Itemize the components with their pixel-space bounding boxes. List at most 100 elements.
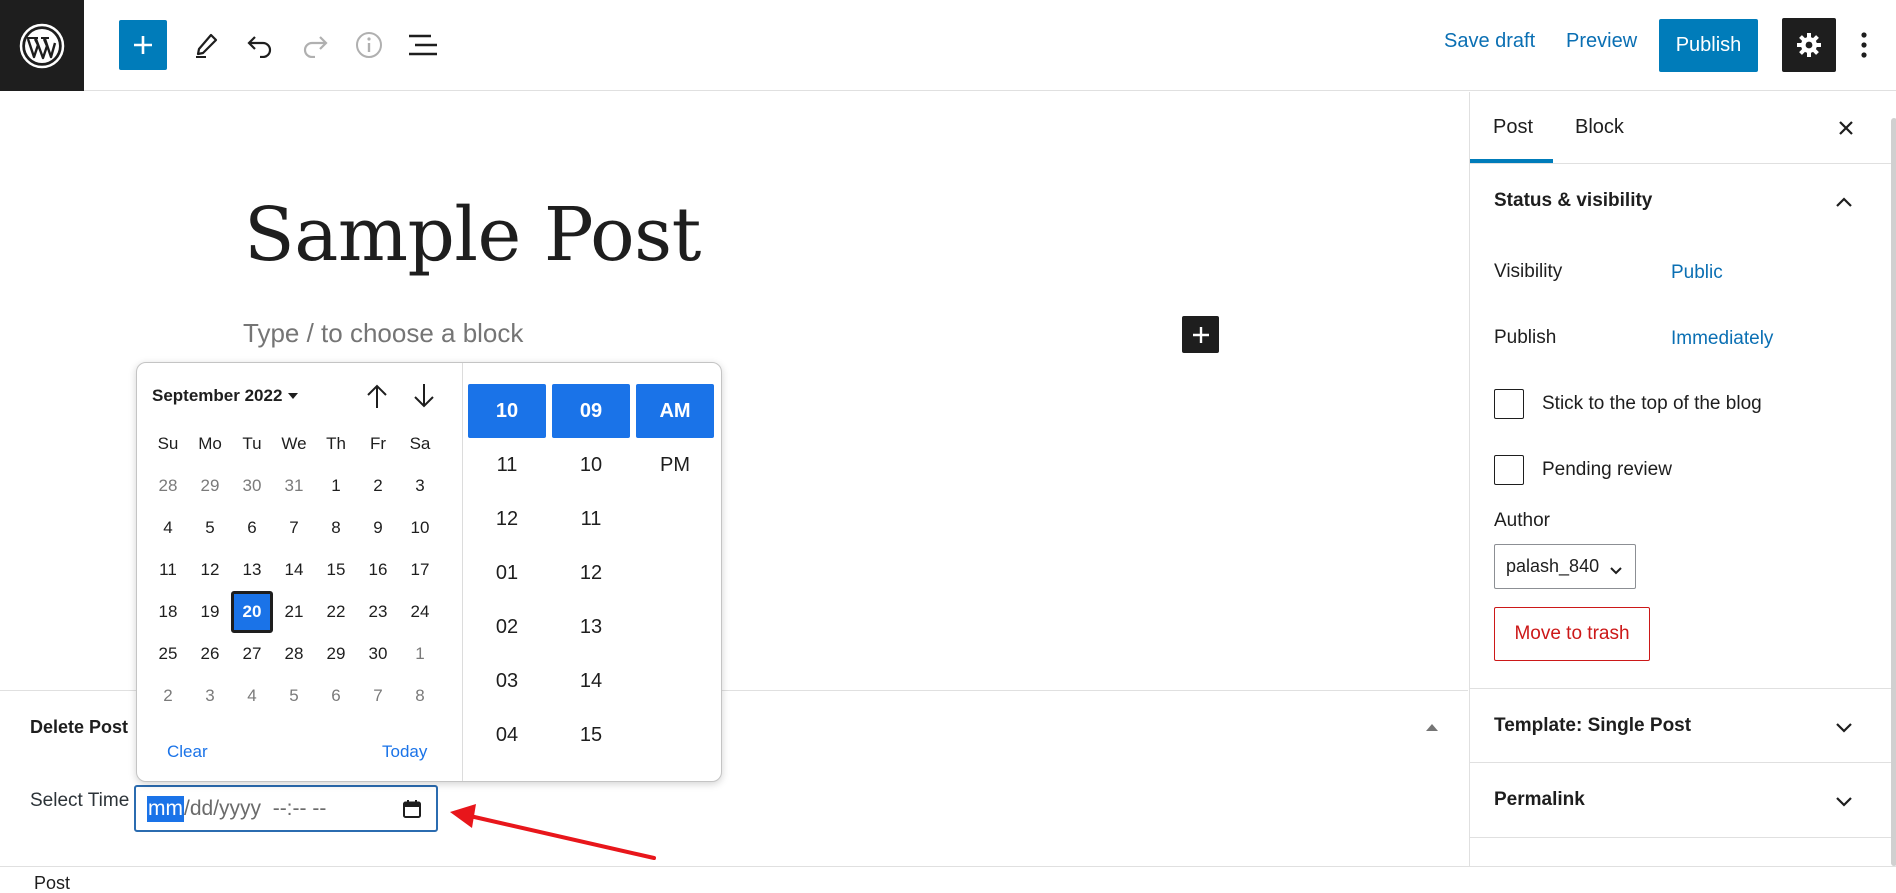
calendar-day[interactable]: 31 <box>273 465 315 507</box>
undo-button[interactable] <box>236 20 284 70</box>
pending-review-label[interactable]: Pending review <box>1542 459 1672 481</box>
save-draft-button[interactable]: Save draft <box>1444 30 1535 53</box>
calendar-day[interactable]: 1 <box>399 633 441 675</box>
calendar-day[interactable]: 22 <box>315 591 357 633</box>
calendar-day[interactable]: 29 <box>315 633 357 675</box>
template-panel-header[interactable]: Template: Single Post <box>1470 688 1891 763</box>
calendar-day[interactable]: 2 <box>357 465 399 507</box>
calendar-day[interactable]: 2 <box>147 675 189 717</box>
settings-button[interactable] <box>1782 18 1836 72</box>
hour-option[interactable]: 01 <box>468 546 546 600</box>
author-select[interactable]: palash_840 <box>1494 544 1636 589</box>
calendar-day-selected[interactable]: 20 <box>231 591 273 633</box>
calendar-day[interactable]: 25 <box>147 633 189 675</box>
sticky-label[interactable]: Stick to the top of the blog <box>1542 393 1762 415</box>
move-to-trash-button[interactable]: Move to trash <box>1494 607 1650 661</box>
calendar-day[interactable]: 3 <box>189 675 231 717</box>
minute-option[interactable]: 13 <box>552 600 630 654</box>
tools-button[interactable] <box>182 20 230 70</box>
inline-add-block-button[interactable] <box>1182 316 1219 353</box>
publish-date-button[interactable]: Immediately <box>1671 328 1773 350</box>
hour-option[interactable]: 12 <box>468 492 546 546</box>
add-block-button[interactable] <box>119 20 167 70</box>
calendar-day[interactable]: 21 <box>273 591 315 633</box>
calendar-day[interactable]: 27 <box>231 633 273 675</box>
minute-option-selected[interactable]: 09 <box>552 384 630 438</box>
tab-post[interactable]: Post <box>1493 116 1533 139</box>
calendar-day[interactable]: 4 <box>231 675 273 717</box>
calendar-day[interactable]: 7 <box>273 507 315 549</box>
datetime-input[interactable]: mm /dd/yyyy --:-- -- <box>134 785 438 832</box>
options-button[interactable] <box>1852 24 1876 66</box>
month-year-dropdown[interactable]: September 2022 <box>152 386 299 406</box>
calendar-day[interactable]: 5 <box>273 675 315 717</box>
calendar-day[interactable]: 24 <box>399 591 441 633</box>
permalink-panel-header[interactable]: Permalink <box>1470 763 1891 838</box>
calendar-day[interactable]: 8 <box>315 507 357 549</box>
ampm-option-selected[interactable]: AM <box>636 384 714 438</box>
hour-option[interactable]: 11 <box>468 438 546 492</box>
minute-option[interactable]: 15 <box>552 708 630 762</box>
breadcrumb-post[interactable]: Post <box>34 873 70 893</box>
calendar-day[interactable]: 1 <box>315 465 357 507</box>
details-button[interactable] <box>345 20 393 70</box>
next-month-button[interactable] <box>410 381 438 411</box>
calendar-day[interactable]: 9 <box>357 507 399 549</box>
calendar-day[interactable]: 3 <box>399 465 441 507</box>
sidebar-scrollbar[interactable] <box>1891 118 1896 866</box>
post-title[interactable]: Sample Post <box>244 192 701 278</box>
today-button[interactable]: Today <box>382 742 427 762</box>
minute-option[interactable]: 14 <box>552 654 630 708</box>
calendar-day[interactable]: 23 <box>357 591 399 633</box>
calendar-day[interactable]: 6 <box>231 507 273 549</box>
close-sidebar-button[interactable] <box>1832 114 1860 142</box>
redo-button[interactable] <box>291 20 339 70</box>
calendar-day[interactable]: 26 <box>189 633 231 675</box>
calendar-day[interactable]: 4 <box>147 507 189 549</box>
hour-option[interactable]: 02 <box>468 600 546 654</box>
metabox-toggle-button[interactable] <box>1424 719 1440 735</box>
datetime-rest[interactable]: /dd/yyyy --:-- -- <box>184 797 326 821</box>
calendar-day[interactable]: 8 <box>399 675 441 717</box>
metabox-title[interactable]: Delete Post <box>30 717 128 738</box>
calendar-day[interactable]: 14 <box>273 549 315 591</box>
hour-option-selected[interactable]: 10 <box>468 384 546 438</box>
calendar-day[interactable]: 7 <box>357 675 399 717</box>
calendar-day[interactable]: 28 <box>147 465 189 507</box>
wordpress-logo-icon[interactable] <box>0 0 84 91</box>
calendar-day[interactable]: 19 <box>189 591 231 633</box>
status-visibility-panel-header[interactable]: Status & visibility <box>1470 164 1891 239</box>
calendar-day[interactable]: 15 <box>315 549 357 591</box>
list-view-button[interactable] <box>399 20 447 70</box>
calendar-day[interactable]: 12 <box>189 549 231 591</box>
calendar-day[interactable]: 29 <box>189 465 231 507</box>
preview-button[interactable]: Preview <box>1566 30 1637 53</box>
hour-option[interactable]: 04 <box>468 708 546 762</box>
calendar-day[interactable]: 13 <box>231 549 273 591</box>
minute-option[interactable]: 10 <box>552 438 630 492</box>
publish-button[interactable]: Publish <box>1659 19 1758 72</box>
previous-month-button[interactable] <box>363 381 391 411</box>
month-segment[interactable]: mm <box>147 795 184 822</box>
sticky-checkbox[interactable] <box>1494 389 1524 419</box>
minute-option[interactable]: 12 <box>552 546 630 600</box>
block-placeholder[interactable]: Type / to choose a block <box>243 318 523 349</box>
calendar-day[interactable]: 5 <box>189 507 231 549</box>
tab-block[interactable]: Block <box>1575 116 1624 139</box>
calendar-icon[interactable] <box>402 799 422 825</box>
pending-review-checkbox[interactable] <box>1494 455 1524 485</box>
hour-option[interactable]: 03 <box>468 654 546 708</box>
calendar-day[interactable]: 30 <box>231 465 273 507</box>
clear-button[interactable]: Clear <box>167 742 208 762</box>
calendar-day[interactable]: 10 <box>399 507 441 549</box>
visibility-value-button[interactable]: Public <box>1671 262 1723 284</box>
minute-option[interactable]: 11 <box>552 492 630 546</box>
calendar-day[interactable]: 18 <box>147 591 189 633</box>
calendar-day[interactable]: 11 <box>147 549 189 591</box>
calendar-day[interactable]: 30 <box>357 633 399 675</box>
calendar-day[interactable]: 17 <box>399 549 441 591</box>
ampm-option[interactable]: PM <box>636 438 714 492</box>
calendar-day[interactable]: 28 <box>273 633 315 675</box>
calendar-day[interactable]: 6 <box>315 675 357 717</box>
calendar-day[interactable]: 16 <box>357 549 399 591</box>
